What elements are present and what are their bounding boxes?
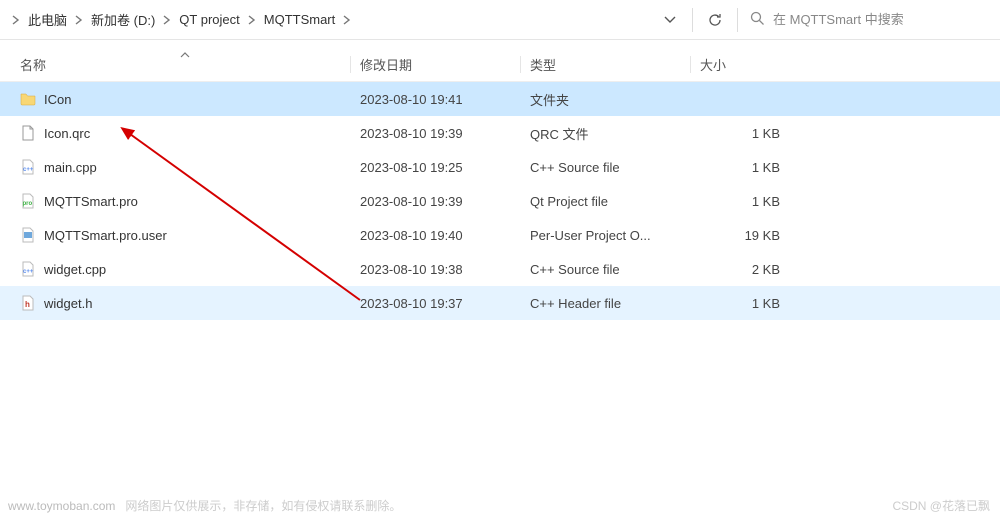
type-cell: Qt Project file (530, 194, 700, 209)
file-row[interactable]: h widget.h 2023-08-10 19:37C++ Header file… (0, 286, 1000, 320)
type-cell: QRC 文件 (530, 124, 700, 143)
breadcrumb-item[interactable]: 此电脑 (24, 6, 71, 33)
watermark-note: 网络图片仅供展示，非存储，如有侵权请联系删除。 (125, 497, 401, 514)
search-box[interactable] (740, 0, 1000, 39)
column-label: 大小 (700, 55, 726, 74)
chevron-right-icon (8, 15, 24, 25)
svg-text:h: h (25, 300, 30, 309)
user-icon (20, 227, 36, 243)
refresh-button[interactable] (699, 4, 731, 36)
column-name[interactable]: 名称 (20, 48, 360, 81)
chevron-right-icon (71, 15, 87, 25)
name-cell: c++ main.cpp (20, 159, 360, 175)
folder-icon (20, 91, 36, 107)
file-name: widget.h (44, 296, 92, 311)
credit: CSDN @花落已飘 (892, 497, 990, 514)
svg-text:c++: c++ (23, 269, 34, 275)
date-cell: 2023-08-10 19:41 (360, 92, 530, 107)
file-name: MQTTSmart.pro.user (44, 228, 167, 243)
list-header: 名称 修改日期 类型 大小 (0, 48, 1000, 82)
history-dropdown-button[interactable] (654, 4, 686, 36)
svg-text:c++: c++ (23, 167, 34, 173)
breadcrumb-item[interactable]: QT project (175, 8, 243, 31)
name-cell: ICon (20, 91, 360, 107)
file-row[interactable]: c++ widget.cpp 2023-08-10 19:38C++ Source … (0, 252, 1000, 286)
file-icon (20, 125, 36, 141)
file-list: 名称 修改日期 类型 大小 ICon 2023-08-10 19:41文件夹 Ico… (0, 40, 1000, 320)
size-cell: 1 KB (700, 126, 780, 141)
type-cell: C++ Header file (530, 296, 700, 311)
file-row[interactable]: MQTTSmart.pro.user 2023-08-10 19:40Per-Us… (0, 218, 1000, 252)
column-label: 名称 (20, 55, 46, 74)
name-cell: h widget.h (20, 295, 360, 311)
divider (692, 8, 693, 32)
chevron-right-icon (244, 15, 260, 25)
toolbar: 此电脑 新加卷 (D:) QT project MQTTSmart (0, 0, 1000, 40)
date-cell: 2023-08-10 19:39 (360, 126, 530, 141)
column-size[interactable]: 大小 (700, 48, 780, 81)
file-name: Icon.qrc (44, 126, 90, 141)
column-type[interactable]: 类型 (530, 48, 700, 81)
divider (737, 8, 738, 32)
name-cell: Icon.qrc (20, 125, 360, 141)
file-row[interactable]: pro MQTTSmart.pro 2023-08-10 19:39Qt Proje… (0, 184, 1000, 218)
file-name: ICon (44, 92, 71, 107)
file-row[interactable]: Icon.qrc 2023-08-10 19:39QRC 文件1 KB (0, 116, 1000, 150)
watermark-site: www.toymoban.com (8, 499, 115, 513)
breadcrumb-controls (654, 4, 735, 36)
search-input[interactable] (773, 12, 990, 27)
date-cell: 2023-08-10 19:40 (360, 228, 530, 243)
sort-indicator-icon (180, 46, 190, 61)
type-cell: Per-User Project O... (530, 228, 700, 243)
name-cell: MQTTSmart.pro.user (20, 227, 360, 243)
file-name: MQTTSmart.pro (44, 194, 138, 209)
size-cell: 1 KB (700, 194, 780, 209)
breadcrumb-item[interactable]: 新加卷 (D:) (87, 6, 159, 33)
file-name: main.cpp (44, 160, 97, 175)
chevron-right-icon (159, 15, 175, 25)
pro-icon: pro (20, 193, 36, 209)
watermark: www.toymoban.com 网络图片仅供展示，非存储，如有侵权请联系删除。 (8, 497, 401, 514)
date-cell: 2023-08-10 19:38 (360, 262, 530, 277)
breadcrumb[interactable]: 此电脑 新加卷 (D:) QT project MQTTSmart (0, 0, 654, 39)
date-cell: 2023-08-10 19:37 (360, 296, 530, 311)
file-name: widget.cpp (44, 262, 106, 277)
type-cell: 文件夹 (530, 90, 700, 109)
h-icon: h (20, 295, 36, 311)
size-cell: 1 KB (700, 296, 780, 311)
search-icon (750, 11, 765, 29)
svg-text:pro: pro (23, 201, 33, 207)
file-row[interactable]: ICon 2023-08-10 19:41文件夹 (0, 82, 1000, 116)
name-cell: c++ widget.cpp (20, 261, 360, 277)
size-cell: 1 KB (700, 160, 780, 175)
cpp-icon: c++ (20, 159, 36, 175)
column-date[interactable]: 修改日期 (360, 48, 530, 81)
size-cell: 19 KB (700, 228, 780, 243)
column-label: 类型 (530, 55, 556, 74)
chevron-right-icon (339, 15, 355, 25)
type-cell: C++ Source file (530, 262, 700, 277)
type-cell: C++ Source file (530, 160, 700, 175)
column-label: 修改日期 (360, 55, 412, 74)
date-cell: 2023-08-10 19:25 (360, 160, 530, 175)
size-cell: 2 KB (700, 262, 780, 277)
name-cell: pro MQTTSmart.pro (20, 193, 360, 209)
cpp-icon: c++ (20, 261, 36, 277)
breadcrumb-item[interactable]: MQTTSmart (260, 8, 340, 31)
file-row[interactable]: c++ main.cpp 2023-08-10 19:25C++ Source fi… (0, 150, 1000, 184)
date-cell: 2023-08-10 19:39 (360, 194, 530, 209)
